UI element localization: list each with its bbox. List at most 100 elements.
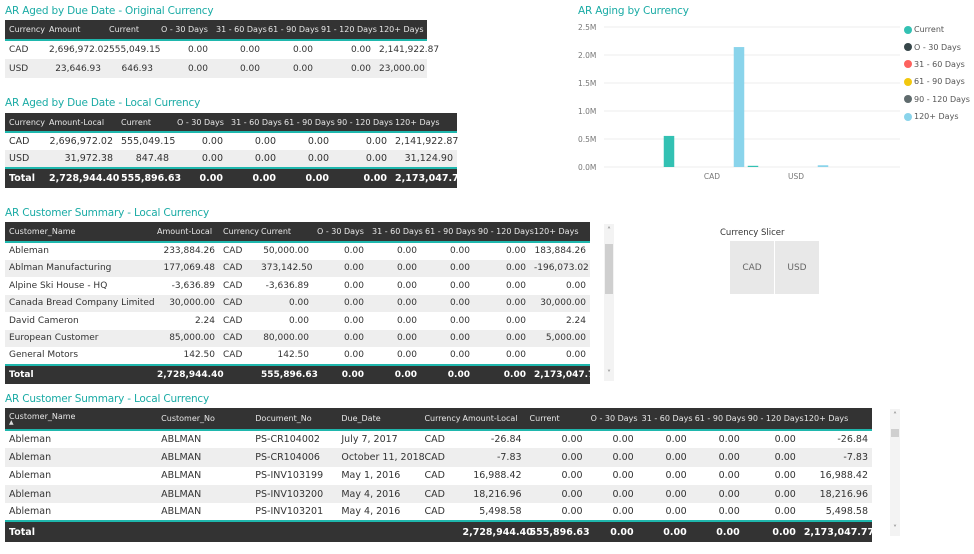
column-header-current[interactable]: Current	[105, 20, 157, 41]
legend-item[interactable]: O - 30 Days	[904, 38, 970, 55]
legend-item[interactable]: 31 - 60 Days	[904, 56, 970, 73]
slicer-option-cad[interactable]: CAD	[730, 241, 774, 294]
cell-90-120-days: 0.00	[333, 132, 391, 150]
column-header-currency[interactable]: Currency	[5, 20, 45, 41]
column-header-120-days[interactable]: 120+ Days	[530, 222, 590, 243]
bar-usd-120-days[interactable]	[817, 165, 829, 167]
cell-61-90-days: 0.00	[690, 503, 744, 522]
column-header-90-120-days[interactable]: 90 - 120 Days	[743, 408, 804, 431]
bar-cad-120-days[interactable]	[733, 47, 745, 167]
column-header-label: Current	[109, 25, 140, 34]
column-header-current[interactable]: Current	[117, 113, 173, 133]
legend-item[interactable]: 120+ Days	[904, 108, 970, 125]
column-header-currency[interactable]: Currency	[5, 113, 45, 133]
column-header-31-60-days[interactable]: 31 - 60 Days	[368, 222, 423, 243]
table3-scrollbar[interactable]: ˄ ˅	[604, 224, 614, 381]
bar-cad-current[interactable]	[663, 135, 675, 167]
cell-31-60-days: 0.00	[212, 59, 264, 78]
column-header-61-90-days[interactable]: 61 - 90 Days	[690, 408, 746, 431]
legend-item[interactable]: Current	[904, 21, 970, 38]
table-row[interactable]: General Motors 142.50 CAD 142.50 0.00 0.00 0.0…	[5, 347, 590, 365]
cell-current: -3,636.89	[257, 277, 313, 295]
cell-o-30-days: 0.00	[313, 347, 368, 365]
table-row[interactable]: USD 23,646.93 646.93 0.00 0.00 0.00 0.00 23,000…	[5, 59, 427, 78]
header-row: Customer_Name Amount-Local Currency Current…	[5, 222, 590, 243]
cell-amount-local: 85,000.00	[153, 329, 219, 347]
column-header-61-90-days[interactable]: 61 - 90 Days	[280, 113, 335, 133]
table-row[interactable]: Ableman 233,884.26 CAD 50,000.00 0.00 0.00 0.0…	[5, 242, 590, 260]
table-row[interactable]: Alpine Ski House - HQ -3,636.89 CAD -3,636.…	[5, 277, 590, 295]
table-row[interactable]: CAD 2,696,972.02 555,049.15 0.00 0.00 0.00 0.0…	[5, 40, 439, 59]
table-row[interactable]: Ableman ABLMAN PS-INV103199 May 1, 2016 CAD 1…	[5, 466, 872, 485]
cell-31-60-days: 0.00	[368, 277, 421, 295]
table-row[interactable]: Ableman ABLMAN PS-CR104006 October 11, 2018…	[5, 448, 872, 467]
table-row[interactable]: Canada Bread Company Limited 30,000.00 CAD…	[5, 294, 590, 312]
column-header-label: 120+ Days	[395, 117, 440, 127]
column-header-120-days[interactable]: 120+ Days	[375, 20, 427, 41]
column-header-31-60-days[interactable]: 31 - 60 Days	[212, 20, 267, 41]
table-row[interactable]: European Customer 85,000.00 CAD 80,000.00 0.…	[5, 329, 590, 347]
scroll-up-icon[interactable]: ˄	[890, 411, 900, 421]
column-header-o-30-days[interactable]: O - 30 Days	[173, 113, 227, 133]
cell-90-120-days: 0.00	[474, 329, 530, 347]
cell-61-90-days: 0.00	[421, 259, 474, 277]
table-row[interactable]: Ablman Manufacturing 177,069.48 CAD 373,142…	[5, 259, 590, 277]
table-row[interactable]: USD 31,972.38 847.48 0.00 0.00 0.00 0.00 31,124…	[5, 150, 457, 168]
scroll-down-icon[interactable]: ˅	[890, 524, 900, 534]
column-header-o-30-days[interactable]: O - 30 Days	[313, 222, 368, 243]
column-header-customer-name[interactable]: Customer_Name ▲	[5, 408, 158, 431]
legend-item[interactable]: 61 - 90 Days	[904, 73, 970, 90]
column-header-document-no[interactable]: Document_No	[251, 408, 338, 431]
column-header-amount-local[interactable]: Amount-Local	[153, 222, 219, 243]
legend-item[interactable]: 90 - 120 Days	[904, 91, 970, 108]
column-header-61-90-days[interactable]: 61 - 90 Days	[264, 20, 319, 41]
cell-currency: CAD	[420, 503, 459, 522]
column-header-90-120-days[interactable]: 90 - 120 Days	[474, 222, 534, 243]
scroll-down-icon[interactable]: ˅	[604, 369, 614, 379]
column-header-amount-local[interactable]: Amount-Local	[45, 113, 117, 133]
column-header-o-30-days[interactable]: O - 30 Days	[157, 20, 212, 41]
table-row[interactable]: Ableman ABLMAN PS-INV103200 May 4, 2016 CAD 1…	[5, 484, 872, 504]
table4-scrollbar[interactable]: ˄ ˅	[890, 409, 900, 536]
scroll-up-icon[interactable]: ˄	[604, 226, 614, 236]
total-cell: 0.00	[280, 167, 333, 188]
column-header-customer-no[interactable]: Customer_No	[157, 408, 252, 431]
column-header-currency[interactable]: Currency	[219, 222, 259, 243]
column-header-91-120-days[interactable]: 91 - 120 Days	[317, 20, 377, 41]
column-header-61-90-days[interactable]: 61 - 90 Days	[421, 222, 476, 243]
table2-title: AR Aged by Due Date - Local Currency	[5, 97, 201, 109]
table-row[interactable]: CAD 2,696,972.02 555,049.15 0.00 0.00 0.00 0.0…	[5, 132, 458, 150]
table-row[interactable]: Ableman ABLMAN PS-INV103201 May 4, 2016 CAD 5…	[5, 503, 872, 522]
column-header-31-60-days[interactable]: 31 - 60 Days	[637, 408, 693, 431]
column-header-90-120-days[interactable]: 90 - 120 Days	[333, 113, 393, 133]
cell-amount-local: 30,000.00	[153, 294, 219, 312]
scrollbar-thumb[interactable]	[891, 429, 899, 437]
column-header-amount[interactable]: Amount	[45, 20, 105, 41]
table-row[interactable]: Ableman ABLMAN PS-CR104002 July 7, 2017 CAD -…	[5, 430, 872, 449]
cell-o-30-days: 0.00	[157, 40, 212, 59]
cell-document-no: PS-CR104006	[251, 448, 338, 467]
cell-current: 0.00	[257, 294, 313, 312]
column-header-120-days[interactable]: 120+ Days	[799, 408, 872, 431]
column-header-120-days[interactable]: 120+ Days	[391, 113, 457, 133]
cell-customer-name: General Motors	[5, 347, 153, 365]
column-header-current[interactable]: Current	[257, 222, 313, 243]
sort-ascending-icon[interactable]: ▲	[9, 420, 153, 426]
column-header-due-date[interactable]: Due_Date	[337, 408, 421, 431]
bar-usd-current[interactable]	[747, 165, 759, 167]
cell-amount-local: -3,636.89	[153, 277, 219, 295]
column-header-current[interactable]: Current	[525, 408, 587, 431]
y-tick-label: 1.5M	[578, 79, 596, 88]
table-row[interactable]: David Cameron 2.24 CAD 0.00 0.00 0.00 0.00 0.00…	[5, 312, 590, 330]
slicer-option-usd[interactable]: USD	[775, 241, 819, 294]
column-header-customer-name[interactable]: Customer_Name	[5, 222, 153, 243]
cell-120-days: 183,884.26	[530, 242, 590, 260]
column-header-amount-local[interactable]: Amount-Local	[458, 408, 526, 431]
column-header-o-30-days[interactable]: O - 30 Days	[586, 408, 638, 431]
column-header-currency[interactable]: Currency	[420, 408, 461, 431]
cell-31-60-days: 0.00	[637, 484, 691, 504]
cell-61-90-days: 0.00	[690, 430, 744, 449]
cell-amount: 2,696,972.02	[45, 40, 109, 59]
scrollbar-thumb[interactable]	[605, 244, 613, 294]
column-header-31-60-days[interactable]: 31 - 60 Days	[227, 113, 282, 133]
